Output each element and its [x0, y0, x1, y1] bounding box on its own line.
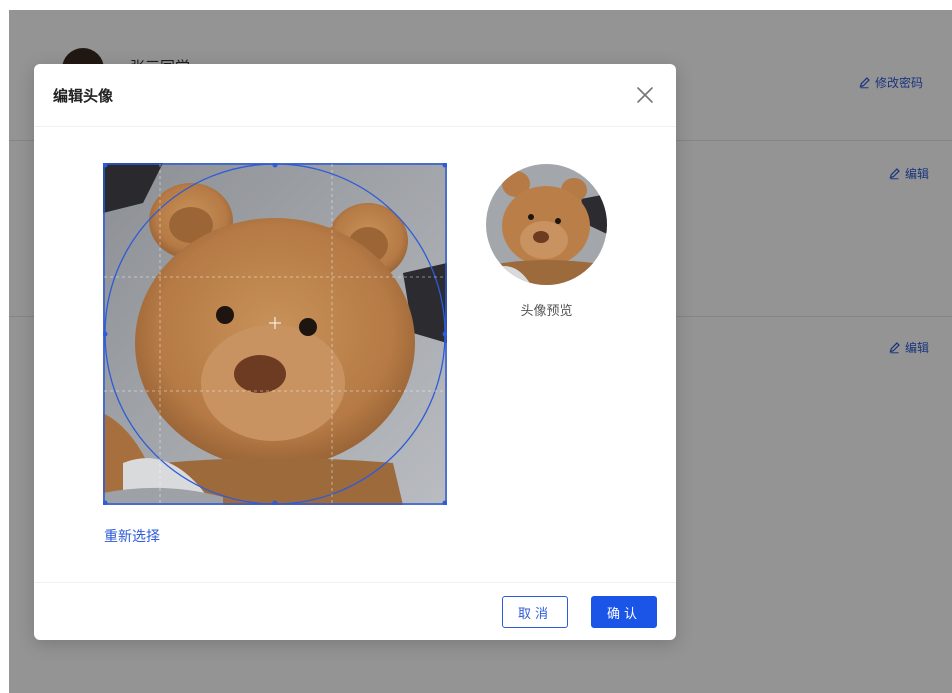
- avatar-preview: [486, 164, 607, 285]
- dialog-title: 编辑头像: [53, 87, 114, 105]
- edit-avatar-dialog: 编辑头像 重新选择 头像预览 取消 确认: [34, 64, 676, 640]
- cropper-canvas[interactable]: [103, 163, 447, 505]
- screenshot-edge: [0, 0, 9, 693]
- confirm-button[interactable]: 确认: [591, 596, 657, 628]
- reselect-link[interactable]: 重新选择: [104, 526, 160, 546]
- bear-nose: [234, 355, 286, 393]
- cancel-button[interactable]: 取消: [502, 596, 568, 628]
- image-cropper[interactable]: [103, 163, 447, 505]
- bear-right-eye: [299, 318, 317, 336]
- bear-left-eye: [216, 306, 234, 324]
- preview-label: 头像预览: [520, 304, 573, 319]
- dialog-footer: [34, 582, 676, 641]
- dialog-header: 编辑头像: [34, 64, 676, 127]
- close-icon[interactable]: [634, 84, 656, 106]
- screenshot-edge: [0, 0, 952, 10]
